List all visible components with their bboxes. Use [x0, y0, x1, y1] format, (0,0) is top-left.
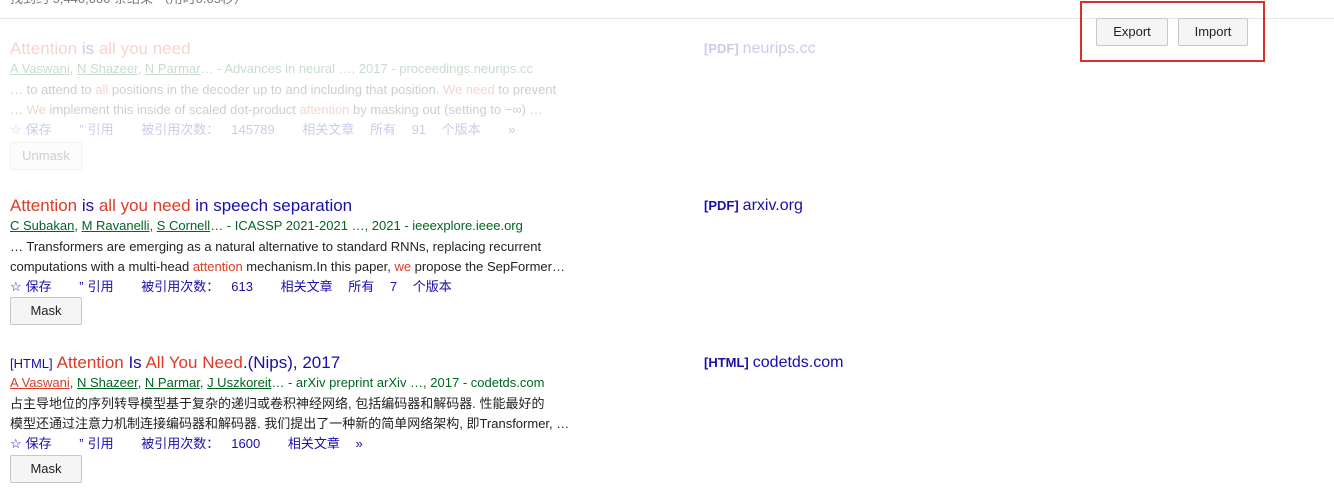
all-versions-link[interactable]: 所有 91 个版本: [370, 122, 493, 137]
result-snippet: 占主导地位的序列转导模型基于复杂的递归或卷积神经网络, 包括编码器和解码器. 性…: [10, 396, 570, 431]
cited-by-link[interactable]: 被引用次数： 1600: [141, 436, 272, 451]
result-action-links: ☆ 保存 ” 引用 被引用次数： 1600 相关文章 »: [10, 434, 1310, 454]
search-result-3: [HTML] Attention Is All You Need.(Nips), …: [10, 352, 1310, 483]
star-icon: ☆: [10, 122, 22, 137]
result-authors: A Vaswani, N Shazeer, N Parmar, J Uszkor…: [10, 375, 545, 390]
result-snippet: … to attend to all positions in the deco…: [10, 82, 557, 117]
author-link[interactable]: A Vaswani: [10, 375, 70, 390]
author-link[interactable]: C Subakan: [10, 218, 74, 233]
cite-link[interactable]: ” 引用: [79, 279, 125, 294]
author-link[interactable]: N Shazeer: [77, 375, 138, 390]
related-articles-link[interactable]: 相关文章: [288, 436, 340, 451]
result-title-link[interactable]: Attention is all you need: [10, 38, 1310, 60]
save-link[interactable]: ☆ 保存: [10, 436, 64, 451]
author-link[interactable]: M Ravanelli: [82, 218, 150, 233]
result-snippet: … Transformers are emerging as a natural…: [10, 239, 565, 274]
quote-icon: ”: [79, 279, 84, 294]
save-link[interactable]: ☆ 保存: [10, 279, 64, 294]
save-link[interactable]: ☆ 保存: [10, 122, 64, 137]
quote-icon: ”: [79, 436, 84, 451]
author-link[interactable]: S Cornell: [157, 218, 210, 233]
all-versions-link[interactable]: 所有 7 个版本: [348, 279, 463, 294]
author-link[interactable]: N Shazeer: [77, 61, 138, 76]
format-tag: [HTML]: [10, 356, 53, 371]
quote-icon: ”: [79, 122, 84, 137]
full-text-link[interactable]: [PDF] neurips.cc: [704, 38, 816, 60]
more-icon[interactable]: »: [355, 436, 362, 451]
full-text-link[interactable]: [PDF] arxiv.org: [704, 195, 803, 217]
result-title-link[interactable]: [HTML] Attention Is All You Need.(Nips), …: [10, 352, 1310, 374]
author-link[interactable]: N Parmar: [145, 61, 201, 76]
search-result-2: Attention is all you need in speech sepa…: [10, 195, 1310, 325]
more-icon[interactable]: »: [508, 122, 515, 137]
star-icon: ☆: [10, 436, 22, 451]
result-authors: C Subakan, M Ravanelli, S Cornell… - ICA…: [10, 218, 523, 233]
author-link[interactable]: A Vaswani: [10, 61, 70, 76]
result-action-links: ☆ 保存 ” 引用 被引用次数： 613 相关文章 所有 7 个版本: [10, 277, 1310, 297]
search-result-1: Attention is all you need A Vaswani, N S…: [10, 38, 1310, 170]
result-action-links: ☆ 保存 ” 引用 被引用次数： 145789 相关文章 所有 91 个版本 »: [10, 120, 1310, 140]
author-link[interactable]: N Parmar: [145, 375, 200, 390]
result-title-link[interactable]: Attention is all you need in speech sepa…: [10, 195, 1310, 217]
cited-by-link[interactable]: 被引用次数： 145789: [141, 122, 286, 137]
mask-button[interactable]: Mask: [10, 297, 82, 325]
cite-link[interactable]: ” 引用: [79, 122, 125, 137]
author-link[interactable]: J Uszkoreit: [207, 375, 271, 390]
related-articles-link[interactable]: 相关文章: [302, 122, 354, 137]
mask-button[interactable]: Mask: [10, 455, 82, 483]
result-authors: A Vaswani, N Shazeer, N Parmar… - Advanc…: [10, 61, 533, 76]
star-icon: ☆: [10, 279, 22, 294]
cited-by-link[interactable]: 被引用次数： 613: [141, 279, 265, 294]
related-articles-link[interactable]: 相关文章: [281, 279, 333, 294]
full-text-link[interactable]: [HTML] codetds.com: [704, 352, 843, 374]
unmask-button[interactable]: Unmask: [10, 142, 82, 170]
cite-link[interactable]: ” 引用: [79, 436, 125, 451]
results-stats-text: 找到约 5,440,000 条结果 （用时0.05秒）: [10, 0, 247, 8]
